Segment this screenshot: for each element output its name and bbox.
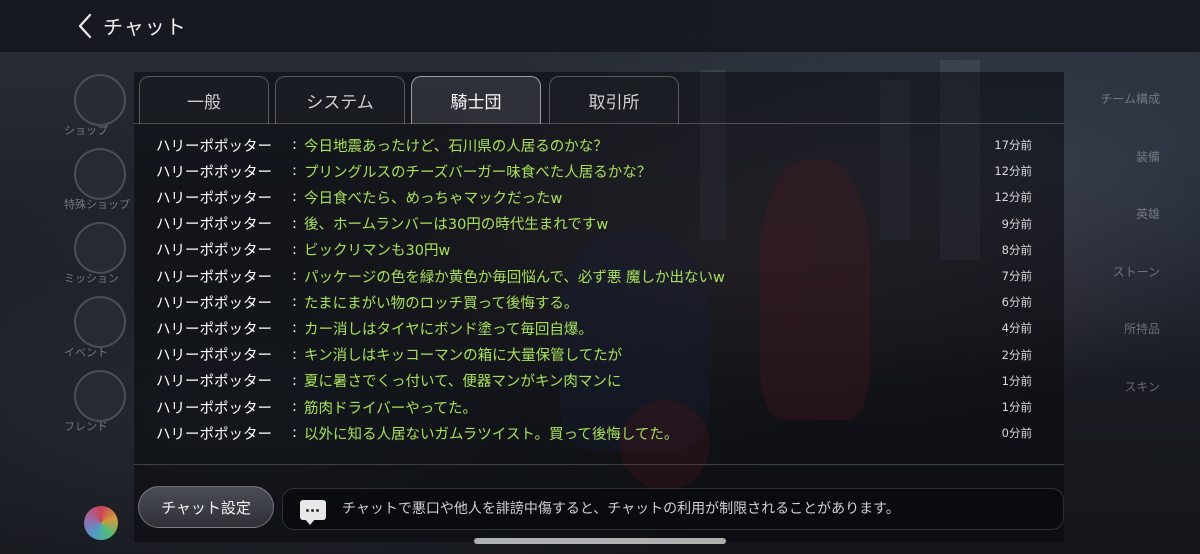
chat-message-separator: : [292,372,297,389]
chat-message-row[interactable]: ハリーポポッター: キン消しはキッコーマンの箱に大量保管してたが 2分前 [134,342,1064,368]
game-screen: ショップ 特殊ショップ ミッション イベント フレンド チーム構成 装備 英雄 … [0,0,1200,554]
chat-message-text: 後、ホームランバーは30円の時代生まれですw [304,217,609,234]
chat-message-row[interactable]: ハリーポポッター: ビックリマンも30円w 8分前 [134,237,1064,263]
mission-menu-icon [74,222,126,274]
chat-message-text: 夏に暑さでくっ付いて、便器マンがキン肉マンに [304,374,622,391]
right-menu-label: 装備 [1135,150,1160,164]
event-menu-icon [74,296,126,348]
tab-system[interactable]: システム [275,76,405,124]
chat-message-separator: : [292,268,297,284]
tab-divider [134,123,1064,124]
chat-message-time: 1分前 [1001,400,1032,414]
chat-message-row[interactable]: ハリーポポッター: カー消しはタイヤにボンド塗って毎回自爆。 4分前 [134,315,1064,341]
chat-message-time: 9分前 [1001,216,1032,231]
chat-notice-text: チャットで悪口や他人を誹謗中傷すると、チャットの利用が制限されることがあります。 [342,501,900,517]
chat-message-time: 12分前 [994,190,1032,205]
chat-message-separator: : [292,425,297,442]
chat-message-time: 4分前 [1001,321,1032,336]
chat-message-username: ハリーポポッター [156,295,272,312]
chat-message-time: 1分前 [1001,373,1032,388]
page-title: チャット [103,15,187,39]
chat-message-separator: : [292,189,297,206]
chat-message-separator: : [292,163,297,180]
right-menu-label: ストーン [1112,265,1160,279]
bottom-divider [134,464,1064,465]
chat-message-text: ビックリマンも30円w [304,243,451,260]
right-menu-label: スキン [1124,380,1160,394]
special-shop-menu-icon [74,148,126,200]
tab-knights[interactable]: 騎士団 [411,76,541,124]
side-menu-label: フレンド [64,420,108,433]
chat-message-row[interactable]: ハリーポポッター: 筋肉ドライバーやってた。 1分前 [134,394,1064,420]
chat-message-separator: : [292,137,297,153]
chat-message-row[interactable]: ハリーポポッター: 後、ホームランバーは30円の時代生まれですw 9分前 [134,211,1064,237]
chat-message-time: 7分前 [1001,269,1032,283]
chat-message-username: ハリーポポッター [156,426,272,442]
chat-message-username: ハリーポポッター [156,217,272,234]
right-menu-label: 所持品 [1123,322,1160,336]
chat-message-separator: : [292,320,297,337]
side-menu-label: イベント [64,346,108,359]
chat-message-text: 筋肉ドライバーやってた。 [304,400,477,417]
chat-message-text: 以外に知る人居ないガムラツイスト。買って後悔してた。 [304,426,679,442]
home-indicator[interactable] [474,538,726,544]
chat-message-row[interactable]: ハリーポポッター: プリングルスのチーズバーガー味食べた人居るかな？ 12分前 [134,158,1064,184]
chat-message-time: 2分前 [1001,347,1032,362]
chat-message-text: カー消しはタイヤにボンド塗って毎回自爆。 [304,321,593,338]
chat-message-username: ハリーポポッター [156,374,272,391]
chat-message-username: ハリーポポッター [156,348,272,365]
chat-message-time: 0分前 [1001,426,1032,441]
chat-message-list[interactable]: ハリーポポッター: 今日地震あったけど、石川県の人居るのかな？ 17分前 ハリーポポッ… [134,130,1064,442]
friend-menu-icon [74,370,126,422]
back-button[interactable] [70,11,100,41]
chat-message-username: ハリーポポッター [156,400,272,417]
tab-exchange[interactable]: 取引所 [549,76,679,124]
chat-message-username: ハリーポポッター [156,164,272,181]
chat-message-time: 17分前 [994,138,1032,152]
chat-message-text: パッケージの色を緑か黄色か毎回悩んで、必ず悪 魔しか出ないw [304,269,725,286]
chat-message-text: 今日食べたら、めっちゃマックだったw [304,190,563,207]
chat-message-time: 6分前 [1001,295,1032,310]
side-menu-label: ショップ [64,124,108,137]
chat-message-username: ハリーポポッター [156,321,272,338]
chat-message-row[interactable]: ハリーポポッター: 今日食べたら、めっちゃマックだったw 12分前 [134,184,1064,210]
tab-general[interactable]: 一般 [139,76,269,124]
chat-message-row[interactable]: ハリーポポッター: パッケージの色を緑か黄色か毎回悩んで、必ず悪 魔しか出ないw 7… [134,263,1064,289]
chat-message-time: 8分前 [1001,242,1032,257]
chat-message-username: ハリーポポッター [156,138,272,155]
chevron-left-icon [78,13,92,39]
chat-message-row[interactable]: ハリーポポッター: 夏に暑さでくっ付いて、便器マンがキン肉マンに 1分前 [134,368,1064,394]
chat-message-separator: : [292,294,297,311]
chat-settings-button[interactable]: チャット設定 [138,486,274,528]
chat-bubble-icon [300,500,326,525]
chat-message-separator: : [292,241,297,258]
chat-message-username: ハリーポポッター [156,269,272,286]
chat-message-row[interactable]: ハリーポポッター: 今日地震あったけど、石川県の人居るのかな？ 17分前 [134,132,1064,158]
chat-message-username: ハリーポポッター [156,243,272,260]
chat-message-username: ハリーポポッター [156,190,272,207]
right-menu-label: チーム構成 [1100,92,1160,106]
chat-message-separator: : [292,399,297,415]
chat-message-separator: : [292,215,297,232]
chat-message-row[interactable]: ハリーポポッター: たまにまがい物のロッチ買って後悔する。 6分前 [134,289,1064,315]
right-menu-label: 英雄 [1135,207,1160,221]
chat-message-text: キン消しはキッコーマンの箱に大量保管してたが [304,348,623,365]
chat-message-row[interactable]: ハリーポポッター: 以外に知る人居ないガムラツイスト。買って後悔してた。 0分前 [134,420,1064,442]
shop-menu-icon [74,74,126,126]
side-menu-label: ミッション [64,272,119,285]
chat-message-text: 今日地震あったけど、石川県の人居るのかな？ [304,138,608,155]
chat-message-separator: : [292,346,297,363]
app-logo-icon [84,506,118,540]
chat-message-text: プリングルスのチーズバーガー味食べた人居るかな？ [304,164,652,181]
side-menu-label: 特殊ショップ [64,198,130,211]
chat-message-time: 12分前 [994,164,1032,179]
chat-message-text: たまにまがい物のロッチ買って後悔する。 [304,295,579,312]
